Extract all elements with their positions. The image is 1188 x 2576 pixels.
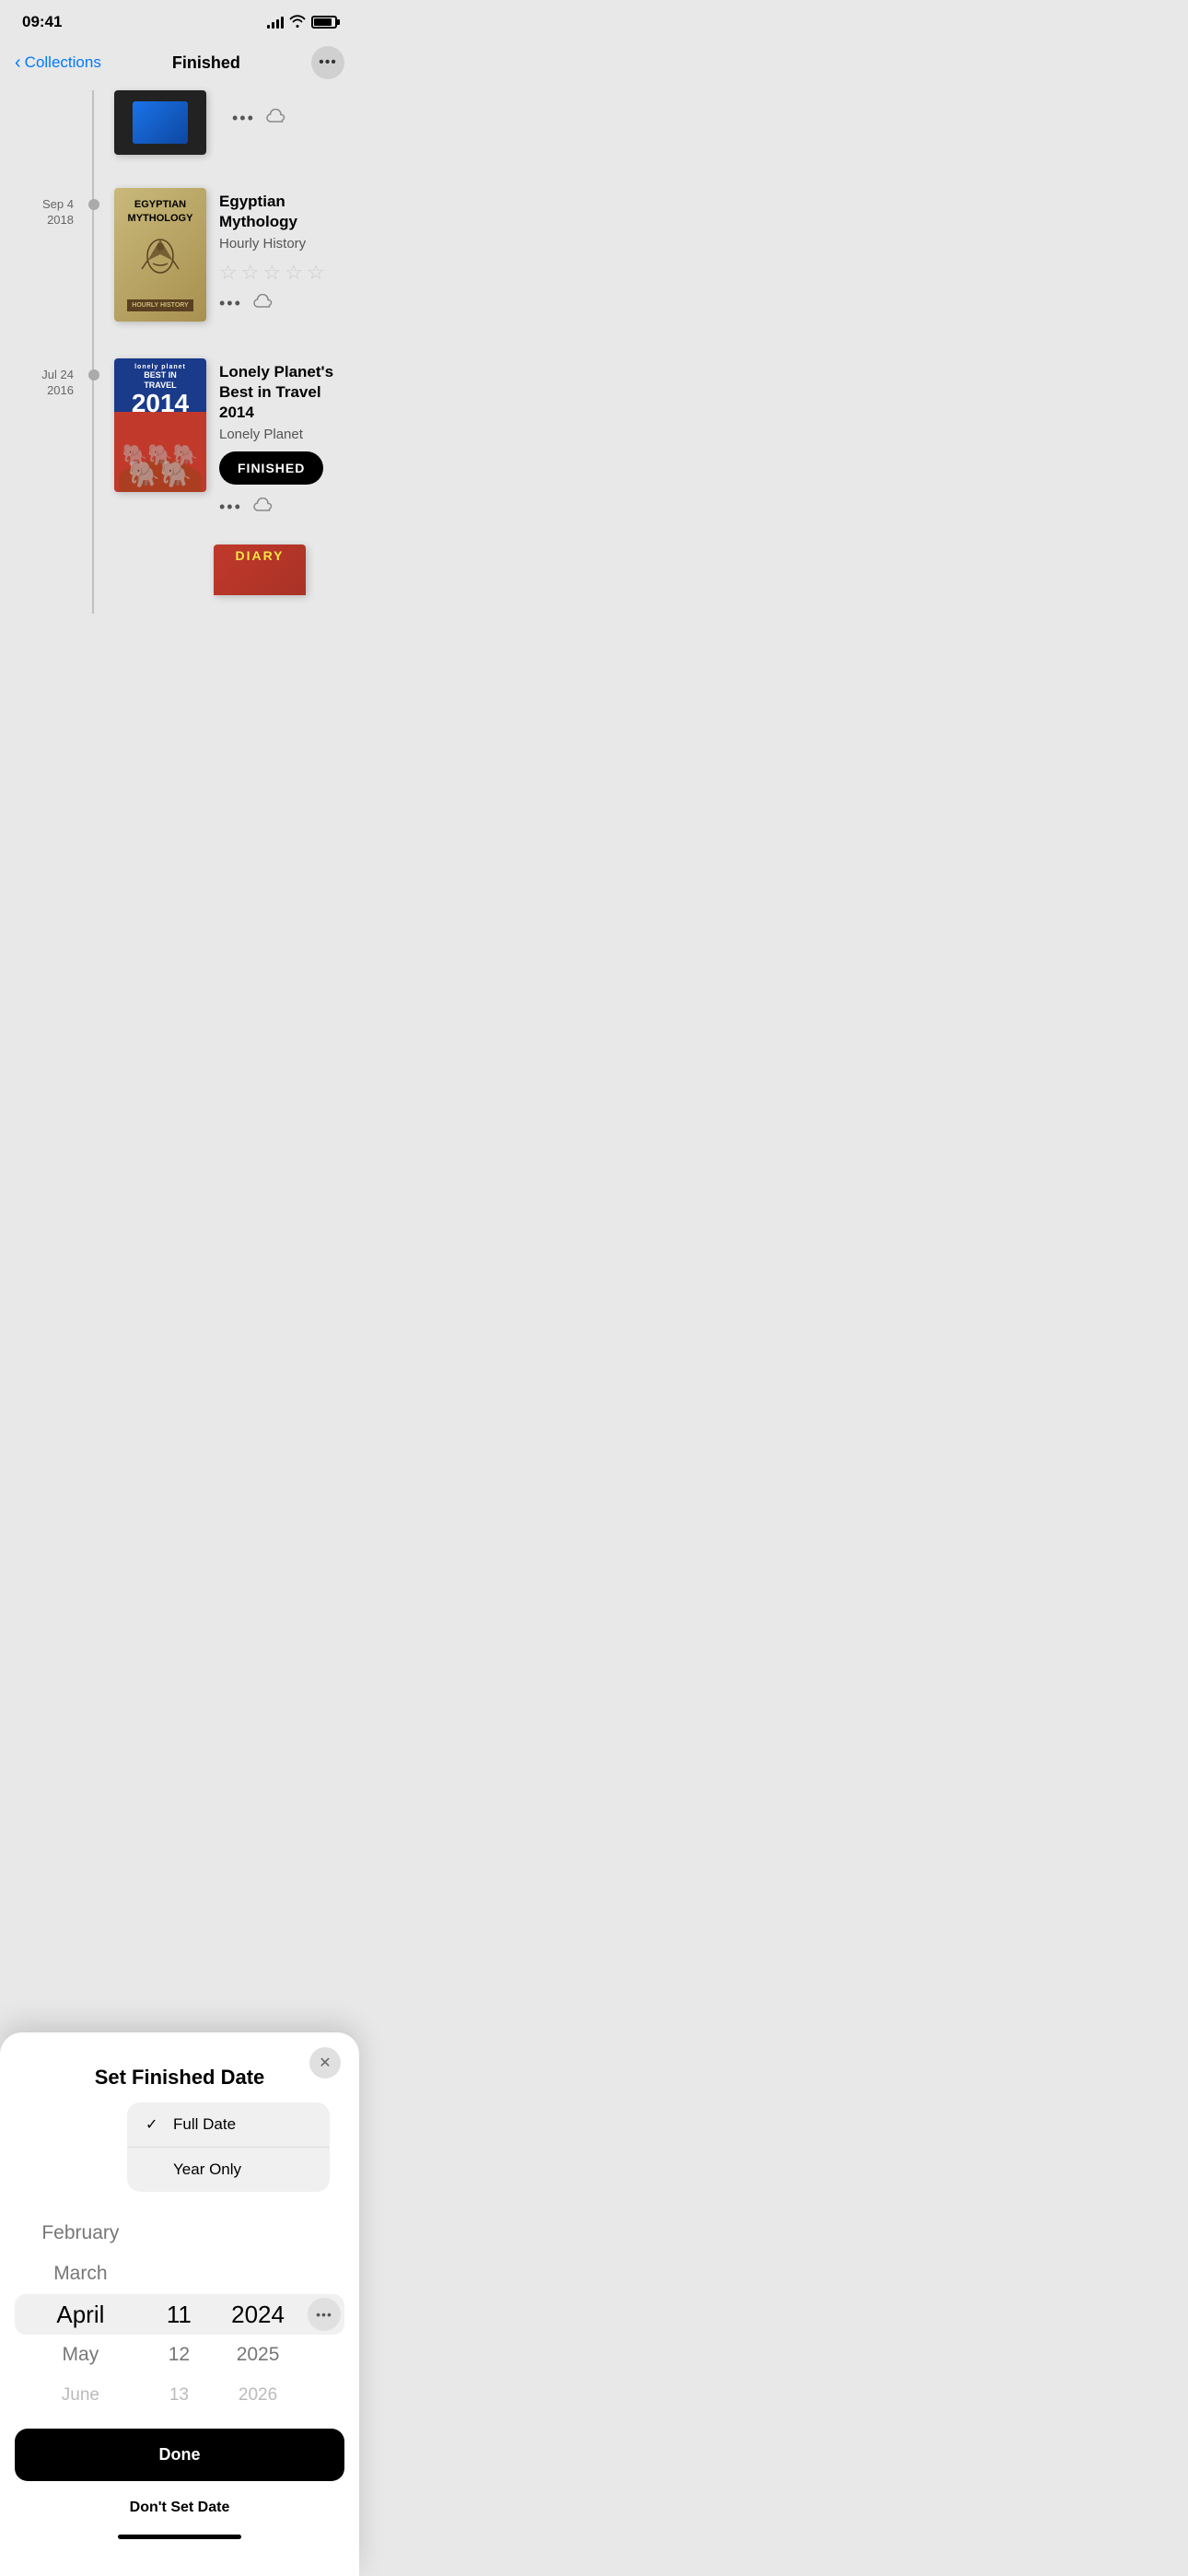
picker-more-col: ••• <box>304 2298 344 2331</box>
status-icons <box>267 15 337 30</box>
book-author-lp: Lonely Planet <box>219 427 344 442</box>
book-options-icon[interactable]: ••• <box>232 109 255 128</box>
modal-close-button[interactable]: ✕ <box>309 2047 341 2078</box>
more-button[interactable]: ••• <box>311 46 344 79</box>
partial-book-actions: ••• <box>232 90 286 128</box>
cloud-icon <box>266 109 286 128</box>
chevron-left-icon: ‹ <box>15 53 21 74</box>
set-finished-date-modal: ✕ Set Finished Date ✓ Full Date Year Onl… <box>0 2032 359 2576</box>
diary-book-cover[interactable]: DIARY <box>214 544 306 595</box>
picker-day-11[interactable]: 11 <box>146 2294 212 2335</box>
book-date-lp: Jul 242016 <box>0 358 74 399</box>
book-content-lp: lonely planet BEST INTRAVEL 2014 THE BES… <box>114 358 344 517</box>
full-date-label: Full Date <box>173 2115 236 2134</box>
star-1[interactable]: ☆ <box>219 261 238 285</box>
picker-month-apr[interactable]: April <box>15 2294 146 2335</box>
date-format-dropdown: ✓ Full Date Year Only <box>15 2112 344 2222</box>
picker-year-2024[interactable]: 2024 <box>212 2294 304 2335</box>
signal-icon <box>267 16 284 29</box>
dont-set-date-button[interactable]: Don't Set Date <box>0 2488 359 2527</box>
star-3[interactable]: ☆ <box>262 261 281 285</box>
book-title-lp: Lonely Planet's Best in Travel 2014 <box>219 362 344 423</box>
picker-month-may[interactable]: May <box>15 2335 146 2375</box>
book-date-egyptian: Sep 42018 <box>0 188 74 228</box>
book-title-egyptian: Egyptian Mythology <box>219 192 344 232</box>
book-cover-egyptian[interactable]: EGYPTIANMYTHOLOGY HOURLY HISTORY <box>114 188 206 322</box>
cloud-icon <box>253 498 274 517</box>
partial-bottom-book: DIARY <box>0 535 359 595</box>
year-picker-col[interactable]: 2023 · · 2024 2025 2026 2027 <box>212 2222 304 2406</box>
checkmark-icon: ✓ <box>146 2115 164 2134</box>
partial-book-cover <box>114 90 206 155</box>
book-options-icon[interactable]: ••• <box>219 498 242 517</box>
status-time: 09:41 <box>22 13 62 31</box>
picker-month-mar[interactable]: March <box>15 2254 146 2294</box>
page-title: Finished <box>172 53 240 73</box>
book-author-egyptian: Hourly History <box>219 236 344 252</box>
star-5[interactable]: ☆ <box>307 261 325 285</box>
picker-month-feb[interactable]: February <box>15 2222 146 2254</box>
picker-month-jun[interactable]: June <box>15 2375 146 2406</box>
picker-more-icon: ••• <box>316 2307 332 2322</box>
book-entry-lonely-planet: Jul 242016 lonely planet BEST INTRAVEL 2… <box>0 340 359 535</box>
year-only-option[interactable]: Year Only <box>127 2148 330 2192</box>
more-icon: ••• <box>319 54 337 71</box>
done-button[interactable]: Done <box>15 2429 344 2481</box>
book-entry-egyptian: Sep 42018 EGYPTIANMYTHOLOGY <box>0 170 359 340</box>
nav-header: ‹ Collections Finished ••• <box>0 39 359 90</box>
back-button[interactable]: ‹ Collections <box>15 53 101 74</box>
picker-year-2026[interactable]: 2026 <box>212 2375 304 2406</box>
wifi-icon <box>289 15 306 30</box>
timeline-dot-lp <box>88 369 99 381</box>
picker-day-13[interactable]: 13 <box>146 2375 212 2406</box>
book-list: ••• Sep 42018 EGYPTIANMYTHOLOGY <box>0 90 359 614</box>
battery-icon <box>311 16 337 29</box>
book-stars-egyptian[interactable]: ☆ ☆ ☆ ☆ ☆ <box>219 261 344 285</box>
finished-badge[interactable]: FINISHED <box>219 451 323 485</box>
book-actions-lp: ••• <box>219 498 344 517</box>
timeline-dot-egyptian <box>88 199 99 210</box>
cloud-icon <box>253 294 274 313</box>
day-picker-col[interactable]: 10 · · 11 12 13 14 <box>146 2222 212 2406</box>
date-format-menu: ✓ Full Date Year Only <box>127 2102 330 2192</box>
picker-day-12[interactable]: 12 <box>146 2335 212 2375</box>
year-only-label: Year Only <box>173 2160 241 2179</box>
star-2[interactable]: ☆ <box>241 261 260 285</box>
star-4[interactable]: ☆ <box>285 261 303 285</box>
book-actions-egyptian: ••• <box>219 294 344 313</box>
full-date-option[interactable]: ✓ Full Date <box>127 2102 330 2148</box>
picker-year-2025[interactable]: 2025 <box>212 2335 304 2375</box>
partial-top-book: ••• <box>0 90 359 170</box>
picker-more-button[interactable]: ••• <box>308 2298 341 2331</box>
book-info-egyptian: Egyptian Mythology Hourly History ☆ ☆ ☆ … <box>219 188 344 313</box>
status-bar: 09:41 <box>0 0 359 39</box>
date-picker: January February March April May June Ju… <box>15 2222 344 2406</box>
back-label: Collections <box>25 53 101 72</box>
home-indicator <box>118 2535 241 2539</box>
book-options-icon[interactable]: ••• <box>219 294 242 313</box>
book-cover-lp[interactable]: lonely planet BEST INTRAVEL 2014 THE BES… <box>114 358 206 492</box>
book-info-lp: Lonely Planet's Best in Travel 2014 Lone… <box>219 358 344 517</box>
month-picker-col[interactable]: January February March April May June Ju… <box>15 2222 146 2406</box>
close-icon: ✕ <box>319 2054 331 2072</box>
book-content-egyptian: EGYPTIANMYTHOLOGY HOURLY HISTORY <box>114 188 344 322</box>
